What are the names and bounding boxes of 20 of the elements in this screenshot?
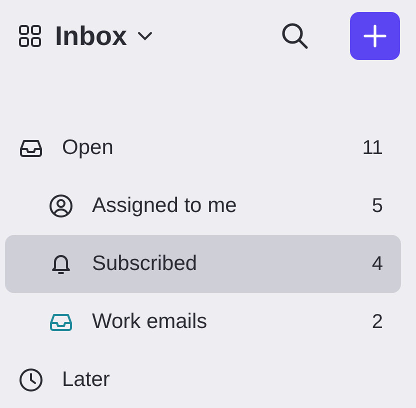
item-count: 11 [362,136,383,160]
item-count: 2 [372,310,383,334]
sidebar-item[interactable]: Later [5,351,401,408]
grid-icon[interactable] [18,24,42,48]
add-button[interactable] [350,12,400,60]
item-count: 4 [372,252,383,276]
item-count: 5 [372,194,383,218]
sidebar-item[interactable]: Subscribed 4 [5,235,401,293]
sidebar-item[interactable]: Open 11 [5,119,401,177]
search-icon[interactable] [281,22,309,50]
sidebar-item[interactable]: Work emails 2 [5,293,401,351]
item-label: Work emails [92,310,208,334]
plus-icon [363,24,387,48]
item-label: Later [62,368,111,392]
item-label: Open [62,136,114,160]
chevron-down-icon[interactable] [137,31,153,41]
inbox-title[interactable]: Inbox [55,20,127,52]
item-label: Subscribed [92,252,198,276]
item-label: Assigned to me [92,194,238,218]
sidebar-item[interactable]: Assigned to me 5 [5,177,401,235]
